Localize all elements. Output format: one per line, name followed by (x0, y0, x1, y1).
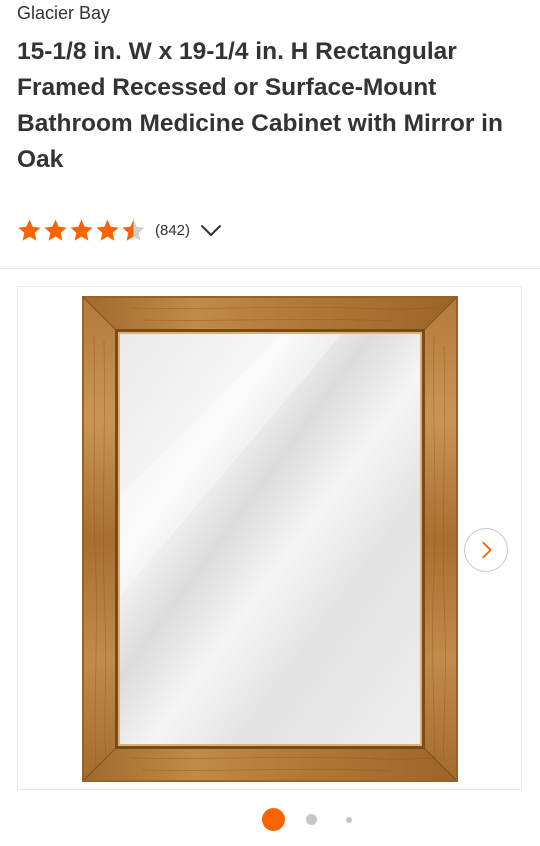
product-image[interactable] (82, 296, 458, 782)
star-icon (44, 219, 67, 241)
half-star-icon (122, 219, 145, 241)
star-icon (96, 219, 119, 241)
review-count[interactable]: (842) (155, 222, 190, 239)
carousel-dot-active[interactable] (262, 808, 285, 831)
next-image-button[interactable] (464, 528, 508, 572)
brand-link[interactable]: Glacier Bay (17, 3, 110, 24)
section-divider (0, 268, 540, 269)
carousel-dot[interactable] (306, 814, 317, 825)
product-page: Glacier Bay 15-1/8 in. W x 19-1/4 in. H … (0, 0, 540, 846)
chevron-right-icon (482, 541, 492, 559)
carousel-pagination (0, 808, 540, 832)
star-icon (18, 219, 41, 241)
chevron-down-icon[interactable] (199, 218, 223, 242)
product-title: 15-1/8 in. W x 19-1/4 in. H Rectangular … (17, 38, 503, 173)
image-gallery[interactable] (17, 286, 522, 790)
carousel-dot[interactable] (346, 817, 352, 823)
rating-summary[interactable]: (842) (17, 216, 223, 244)
star-rating (17, 218, 147, 243)
star-icon (70, 219, 93, 241)
